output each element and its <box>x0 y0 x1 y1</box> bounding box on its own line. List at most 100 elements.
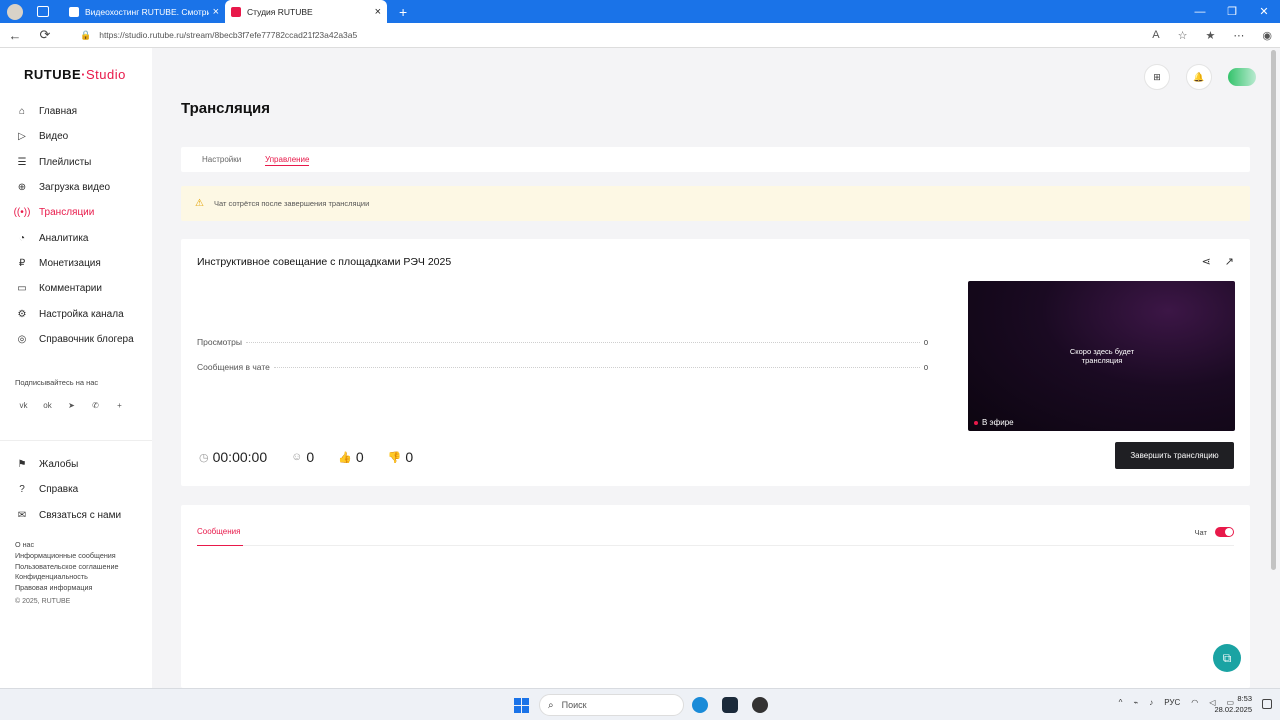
sidebar-item-blogger-guide[interactable]: ◎ Справочник блогера <box>16 327 134 352</box>
copyright: © 2025, RUTUBE <box>15 598 71 605</box>
page-scrollbar[interactable] <box>1271 50 1276 570</box>
chat-switch[interactable] <box>1215 527 1234 537</box>
more-socials-icon[interactable]: + <box>113 399 126 412</box>
browser-tab-studio[interactable]: Студия RUTUBE × <box>225 0 387 23</box>
sidebar-item-home[interactable]: ⌂ Главная <box>16 99 134 124</box>
maximize-icon[interactable]: ❐ <box>1216 5 1248 18</box>
comment-icon: ▭ <box>17 283 27 295</box>
notifications-icon[interactable] <box>1262 699 1272 709</box>
app2-taskbar-icon[interactable] <box>752 697 768 713</box>
app-taskbar-icon[interactable] <box>722 697 738 713</box>
main-content: ⊞ 🔔 Трансляция Настройки Управление ⚠ Ча… <box>152 48 1268 688</box>
footer-link-legal[interactable]: Правовая информация <box>15 583 119 594</box>
url-text: https://studio.rutube.ru/stream/8becb3f7… <box>99 30 358 40</box>
sidebar-item-streams[interactable]: ((•)) Трансляции <box>13 200 134 225</box>
tab-title: Студия RUTUBE <box>247 6 313 17</box>
sidebar-item-comments[interactable]: ▭ Комментарии <box>16 276 134 301</box>
rutube-studio-logo[interactable]: RUTUBE·Studio <box>24 67 126 82</box>
upload-icon: ⊕ <box>17 182 27 194</box>
bell-icon[interactable]: 🔔 <box>1186 64 1212 90</box>
footer-link-terms[interactable]: Пользовательское соглашение <box>15 562 119 573</box>
sidebar-nav: ⌂ Главная ▷ Видео ☰ Плейлисты ⊕ Загрузка вид… <box>13 99 134 352</box>
warning-text: Чат сотрётся после завершения трансляции <box>213 199 370 208</box>
sidebar-item-video[interactable]: ▷ Видео <box>16 124 134 149</box>
sidebar: RUTUBE·Studio ⌂ Главная ▷ Видео ☰ Плейлисты… <box>0 48 152 688</box>
support-chat-icon[interactable]: ⧉ <box>1213 644 1241 672</box>
copilot-icon[interactable]: ◉ <box>1262 29 1272 42</box>
add-content-icon[interactable]: ⊞ <box>1144 64 1170 90</box>
thumbs-up-icon: 👍 <box>338 451 352 464</box>
tab-management[interactable]: Управление <box>265 155 310 166</box>
new-tab-icon[interactable]: + <box>399 4 407 20</box>
footer-links: О нас Информационные сообщения Пользоват… <box>15 540 119 594</box>
vk-icon[interactable]: vk <box>17 399 30 412</box>
profile-avatar[interactable] <box>7 3 23 20</box>
url-field[interactable]: 🔒 https://studio.rutube.ru/stream/8becb3… <box>80 30 1152 41</box>
language-indicator[interactable]: РУС <box>1164 698 1180 707</box>
stat-dots <box>245 342 920 343</box>
viber-icon[interactable]: ✆ <box>89 399 102 412</box>
stream-preview[interactable]: Скоро здесь будет трансляция В эфире <box>968 281 1235 431</box>
sidebar-item-label: Загрузка видео <box>39 182 111 194</box>
close-window-icon[interactable]: ✕ <box>1248 5 1280 18</box>
sidebar-item-label: Плейлисты <box>39 156 92 168</box>
back-icon[interactable]: ← <box>0 28 30 43</box>
telegram-icon[interactable]: ➤ <box>65 399 78 412</box>
end-stream-button[interactable]: Завершить трансляцию <box>1115 442 1234 469</box>
sidebar-item-analytics[interactable]: ◔ Аналитика <box>16 225 134 250</box>
likes-value: 0 <box>355 449 364 465</box>
lock-icon: 🔒 <box>80 29 92 40</box>
reload-icon[interactable]: ⟳ <box>30 27 60 43</box>
likes-counter: 👍 0 <box>338 449 364 465</box>
taskbar-clock[interactable]: 8:53 28.02.2025 <box>1214 693 1252 715</box>
close-tab-icon[interactable]: × <box>213 6 219 18</box>
read-aloud-icon[interactable]: A <box>1152 29 1159 42</box>
messages-card: Сообщения Чат <box>181 505 1250 688</box>
sidebar-item-monetization[interactable]: ₽ Монетизация <box>16 251 134 276</box>
odnoklassniki-icon[interactable]: ok <box>41 399 54 412</box>
live-label: В эфире <box>982 418 1014 427</box>
close-tab-icon[interactable]: × <box>375 6 381 18</box>
open-external-icon[interactable]: ↗ <box>1225 255 1234 268</box>
sidebar-item-playlists[interactable]: ☰ Плейлисты <box>16 150 134 175</box>
duration-value: 00:00:00 <box>212 449 268 465</box>
tab-messages[interactable]: Сообщения <box>197 527 240 536</box>
sidebar-item-help[interactable]: ? Справка <box>16 477 121 502</box>
footer-link-privacy[interactable]: Конфиденциальность <box>15 572 119 583</box>
sidebar-item-complaints[interactable]: ⚑ Жалобы <box>16 452 121 477</box>
tab-title: Видеохостинг RUTUBE. Смотрите <box>85 6 209 17</box>
favorite-star-icon[interactable]: ☆ <box>1178 29 1188 42</box>
wifi-icon[interactable]: ◠ <box>1191 698 1198 707</box>
footer-link-about[interactable]: О нас <box>15 540 119 551</box>
subscribe-label: Подписывайтесь на нас <box>15 378 99 387</box>
volume-icon[interactable]: ♪ <box>1149 698 1153 707</box>
edge-taskbar-icon[interactable] <box>692 697 708 713</box>
broadcast-icon: ((•)) <box>13 207 31 219</box>
footer-link-info[interactable]: Информационные сообщения <box>15 551 119 562</box>
menu-icon[interactable]: ⋯ <box>1233 29 1244 42</box>
playlist-icon: ☰ <box>17 156 27 168</box>
stream-counters: ◷ 00:00:00 ☺ 0 👍 0 👎 0 <box>199 449 437 465</box>
window-controls: — ❐ ✕ <box>1184 0 1280 23</box>
tab-settings[interactable]: Настройки <box>202 155 241 164</box>
sidebar-item-channel-settings[interactable]: ⚙ Настройка канала <box>16 301 134 326</box>
channel-avatar[interactable] <box>1228 68 1256 86</box>
tab-actions-icon[interactable] <box>37 6 49 17</box>
favorites-icon[interactable]: ★ <box>1206 29 1216 42</box>
sidebar-item-contact[interactable]: ✉ Связаться с нами <box>16 503 121 528</box>
browser-tab-rutube[interactable]: Видеохостинг RUTUBE. Смотрите × <box>63 0 225 23</box>
tray-expand-icon[interactable]: ^ <box>1119 698 1123 707</box>
sidebar-item-label: Трансляции <box>39 207 95 219</box>
network-icon[interactable]: ⌁ <box>1133 698 1138 707</box>
windows-start-icon[interactable] <box>514 698 529 713</box>
chat-toggle[interactable]: Чат <box>1195 527 1234 537</box>
sidebar-item-upload[interactable]: ⊕ Загрузка видео <box>16 175 134 200</box>
dislikes-counter: 👎 0 <box>388 449 414 465</box>
analytics-icon: ◔ <box>18 232 26 244</box>
share-icon[interactable]: ⋖ <box>1202 255 1211 268</box>
mail-icon: ✉ <box>17 509 27 521</box>
taskbar-search[interactable]: ⌕ Поиск <box>539 694 684 716</box>
sidebar-secondary-nav: ⚑ Жалобы ? Справка ✉ Связаться с нами <box>16 452 122 528</box>
warning-icon: ⚠ <box>195 198 204 209</box>
minimize-icon[interactable]: — <box>1184 6 1216 18</box>
